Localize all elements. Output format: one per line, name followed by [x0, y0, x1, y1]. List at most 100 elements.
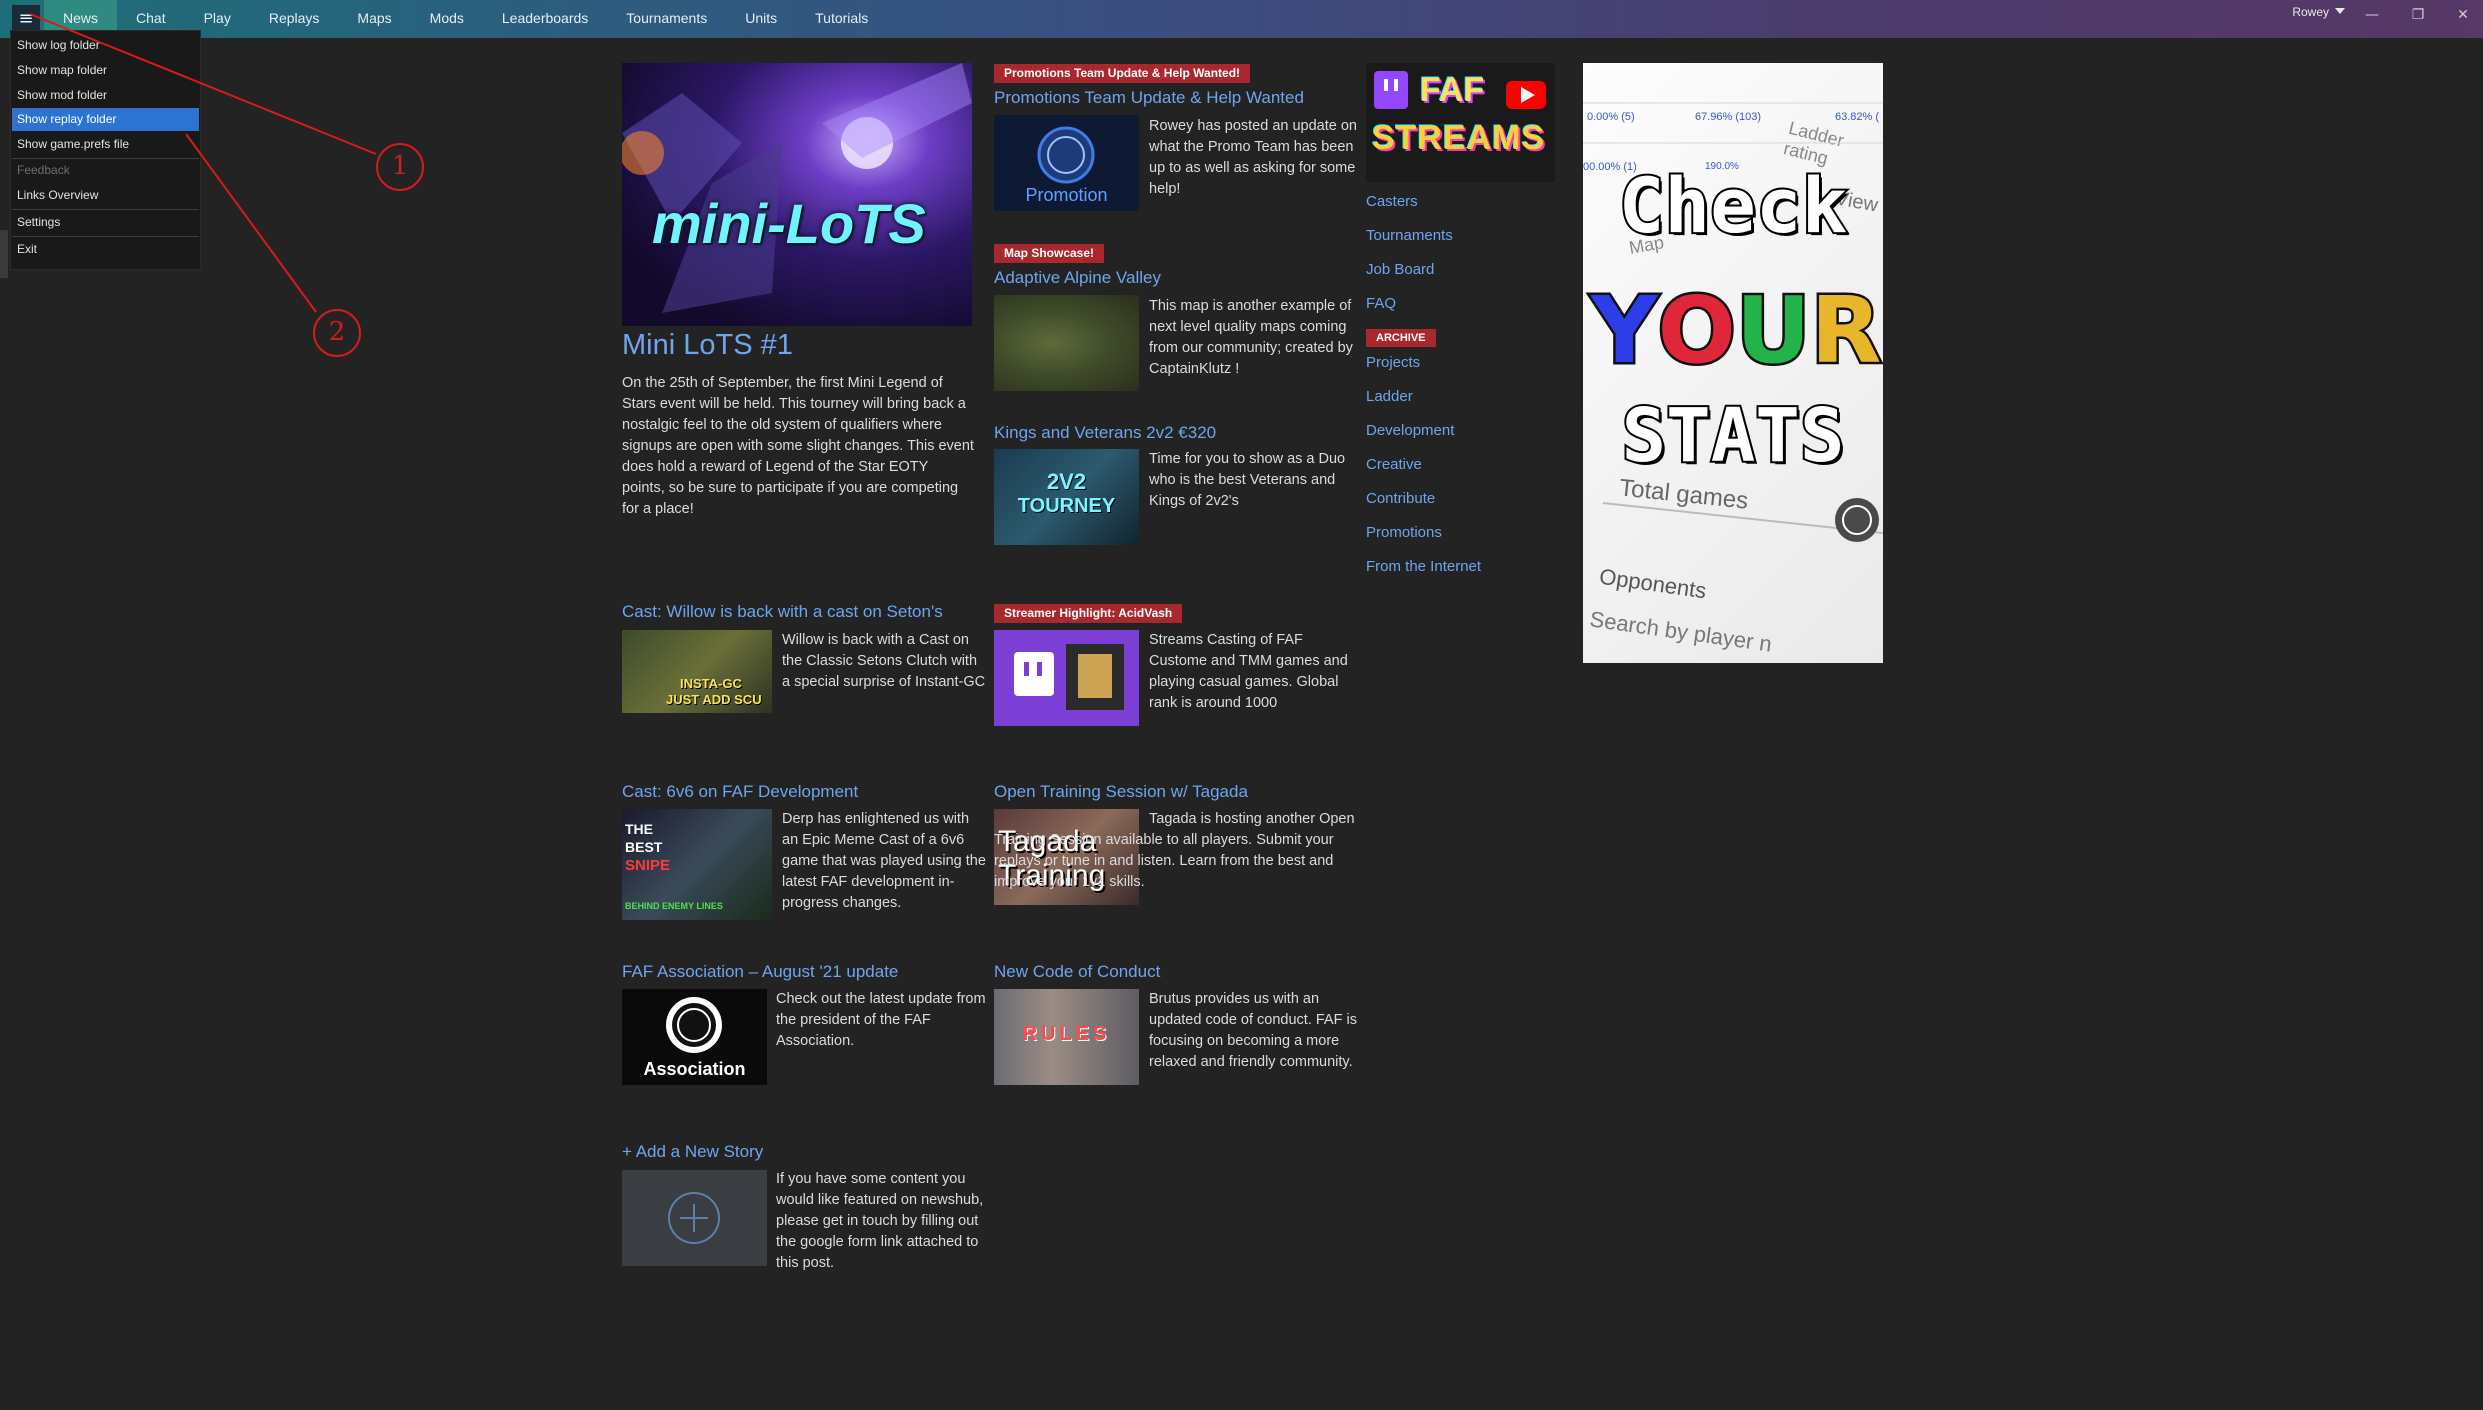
- restore-icon[interactable]: ❐: [2403, 4, 2433, 26]
- faf-streams-banner[interactable]: FAF STREAMS: [1366, 63, 1555, 182]
- link-faq[interactable]: FAQ: [1366, 295, 1396, 312]
- link-tournaments[interactable]: Tournaments: [1366, 227, 1453, 244]
- badge-map-showcase: Map Showcase!: [994, 244, 1105, 263]
- menu-item-settings[interactable]: Settings: [12, 211, 199, 234]
- link-projects[interactable]: Projects: [1366, 354, 1420, 371]
- menu-item-show-game-prefs[interactable]: Show game.prefs file: [12, 133, 199, 156]
- thumb-6v6[interactable]: THE BEST SNIPE BEHIND ENEMY LINES: [622, 809, 772, 920]
- article-text-streamer: Streams Casting of FAF Custome and TMM g…: [1149, 632, 1348, 711]
- side-handle: [0, 230, 8, 278]
- link-from-the-internet[interactable]: From the Internet: [1366, 558, 1481, 575]
- link-contribute[interactable]: Contribute: [1366, 490, 1435, 507]
- stats-line-1: Check: [1617, 159, 1850, 252]
- hero-text: On the 25th of September, the first Mini…: [622, 375, 974, 517]
- thumb-association[interactable]: Association: [622, 989, 767, 1085]
- tab-maps[interactable]: Maps: [338, 0, 410, 38]
- article-text-map: This map is another example of next leve…: [1149, 298, 1353, 377]
- thumb-6v6-label-1: THE: [625, 821, 653, 837]
- badge-streamer: Streamer Highlight: AcidVash: [994, 604, 1183, 623]
- menu-item-exit[interactable]: Exit: [12, 238, 199, 261]
- thumb-streamer[interactable]: [994, 630, 1139, 726]
- streams-line-2: STREAMS: [1372, 119, 1546, 157]
- link-creative[interactable]: Creative: [1366, 456, 1422, 473]
- tab-tournaments[interactable]: Tournaments: [607, 0, 726, 38]
- badge-promotions: Promotions Team Update & Help Wanted!: [994, 64, 1251, 83]
- article-title-conduct[interactable]: New Code of Conduct: [994, 962, 1160, 982]
- thumb-6v6-label-4: BEHIND ENEMY LINES: [625, 901, 723, 911]
- tab-leaderboards[interactable]: Leaderboards: [483, 0, 607, 38]
- thumb-kings-label-2: TOURNEY: [1017, 495, 1116, 517]
- annotation-line-2: [185, 133, 317, 313]
- add-story-link[interactable]: + Add a New Story: [622, 1142, 763, 1162]
- tab-units[interactable]: Units: [726, 0, 796, 38]
- tab-mods[interactable]: Mods: [411, 0, 483, 38]
- user-menu[interactable]: Rowey: [2292, 5, 2345, 19]
- main-dropdown-menu: Show log folder Show map folder Show mod…: [10, 30, 201, 270]
- article-title-promotions[interactable]: Promotions Team Update & Help Wanted: [994, 88, 1304, 108]
- stats-line-2: Y O U R: [1589, 275, 1883, 387]
- tab-tutorials[interactable]: Tutorials: [796, 0, 887, 38]
- hamburger-menu-icon[interactable]: ≡: [12, 5, 40, 33]
- twitch-icon: [1014, 644, 1124, 710]
- thumb-willow[interactable]: INSTA-GC JUST ADD SCU: [622, 630, 772, 713]
- menu-separator: [12, 209, 199, 210]
- thumb-willow-label-1: INSTA-GC: [680, 676, 742, 691]
- menu-item-show-mod-folder[interactable]: Show mod folder: [12, 84, 199, 107]
- menu-item-show-replay-folder[interactable]: Show replay folder: [12, 108, 199, 131]
- thumb-conduct[interactable]: RULES: [994, 989, 1139, 1085]
- add-story-text: If you have some content you would like …: [776, 1171, 984, 1271]
- article-title-kings[interactable]: Kings and Veterans 2v2 €320: [994, 423, 1216, 443]
- thumb-willow-label-2: JUST ADD SCU: [666, 692, 762, 707]
- menu-separator: [12, 236, 199, 237]
- link-job-board[interactable]: Job Board: [1366, 261, 1434, 278]
- article-text-conduct: Brutus provides us with an updated code …: [1149, 991, 1357, 1070]
- article-text-willow: Willow is back with a Cast on the Classi…: [782, 632, 986, 690]
- thumb-6v6-label-2: BEST: [625, 839, 663, 855]
- article-text-6v6: Derp has enlightened us with an Epic Mem…: [782, 811, 986, 911]
- add-story-button[interactable]: [622, 1170, 767, 1266]
- stats-line-3: STATS: [1620, 391, 1847, 481]
- menu-item-show-map-folder[interactable]: Show map folder: [12, 59, 199, 82]
- annotation-number-1: 1: [391, 151, 409, 181]
- stats-letter-y: Y: [1589, 275, 1661, 387]
- plus-circle-icon: [668, 1192, 720, 1244]
- article-title-tagada[interactable]: Open Training Session w/ Tagada: [994, 782, 1248, 802]
- article-text-promotions: Rowey has posted an update on what the P…: [1149, 118, 1357, 197]
- check-your-stats-banner[interactable]: 0.00% (5) 67.96% (103) 63.82% ( 00.00% (…: [1583, 63, 1883, 663]
- annotation-number-2: 2: [328, 317, 346, 347]
- link-ladder[interactable]: Ladder: [1366, 388, 1413, 405]
- article-text-association: Check out the latest update from the pre…: [776, 991, 986, 1049]
- hero-image-text: mini-LoTS: [652, 192, 926, 255]
- hero-image[interactable]: mini-LoTS: [622, 63, 972, 326]
- top-navigation-bar: ≡ News Chat Play Replays Maps Mods Leade…: [0, 0, 2483, 38]
- thumb-association-label: Association: [643, 1059, 746, 1079]
- article-text-kings: Time for you to show as a Duo who is the…: [1149, 451, 1346, 509]
- thumb-promotions[interactable]: Promotion: [994, 115, 1139, 211]
- thumb-conduct-label: RULES: [1022, 1023, 1111, 1045]
- thumb-kings[interactable]: 2V2 TOURNEY: [994, 449, 1139, 545]
- minimize-icon[interactable]: —: [2357, 4, 2387, 26]
- thumb-map[interactable]: [994, 295, 1139, 391]
- archive-badge: ARCHIVE: [1366, 329, 1436, 347]
- close-icon[interactable]: ✕: [2448, 4, 2478, 26]
- article-title-association[interactable]: FAF Association – August '21 update: [622, 962, 898, 982]
- link-promotions[interactable]: Promotions: [1366, 524, 1442, 541]
- article-text-tagada: Tagada is hosting another Open Training …: [994, 811, 1355, 890]
- stats-letter-u: U: [1733, 275, 1813, 387]
- thumb-6v6-label-3: SNIPE: [625, 857, 671, 874]
- link-development[interactable]: Development: [1366, 422, 1454, 439]
- menu-item-feedback: Feedback: [17, 163, 70, 177]
- article-title-6v6[interactable]: Cast: 6v6 on FAF Development: [622, 782, 858, 802]
- stats-letter-o: O: [1655, 275, 1738, 387]
- hero-title[interactable]: Mini LoTS #1: [622, 329, 793, 362]
- menu-item-links-overview[interactable]: Links Overview: [12, 184, 199, 207]
- article-title-map[interactable]: Adaptive Alpine Valley: [994, 268, 1161, 288]
- faf-logo-icon: [1835, 498, 1879, 542]
- article-title-willow[interactable]: Cast: Willow is back with a cast on Seto…: [622, 602, 943, 622]
- username: Rowey: [2292, 5, 2329, 19]
- stats-letter-r: R: [1808, 275, 1883, 387]
- menu-item-show-log-folder[interactable]: Show log folder: [12, 34, 199, 57]
- link-casters[interactable]: Casters: [1366, 193, 1418, 210]
- tab-replays[interactable]: Replays: [250, 0, 339, 38]
- chevron-down-icon: [2335, 8, 2345, 14]
